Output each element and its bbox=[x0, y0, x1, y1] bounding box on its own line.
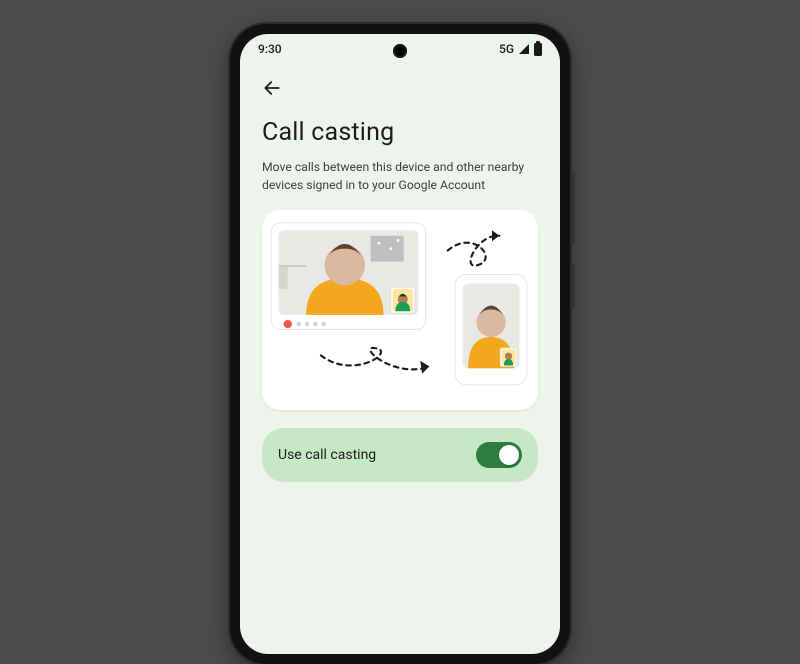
front-camera-hole bbox=[393, 44, 407, 58]
network-type: 5G bbox=[499, 42, 514, 56]
status-time: 9:30 bbox=[258, 42, 282, 56]
use-call-casting-toggle[interactable] bbox=[476, 442, 522, 468]
page-subtitle: Move calls between this device and other… bbox=[262, 159, 538, 194]
arrow-left-icon bbox=[262, 78, 282, 98]
side-button-power bbox=[572, 264, 576, 308]
side-button-volume bbox=[572, 174, 576, 244]
signal-icon bbox=[519, 44, 529, 54]
screen: 9:30 5G Call casting Move calls between … bbox=[240, 34, 560, 654]
back-button[interactable] bbox=[256, 72, 288, 104]
battery-icon bbox=[534, 43, 542, 56]
toggle-thumb bbox=[499, 445, 519, 465]
phone-frame: 9:30 5G Call casting Move calls between … bbox=[230, 24, 570, 664]
use-call-casting-row[interactable]: Use call casting bbox=[262, 428, 538, 482]
feature-illustration bbox=[262, 210, 538, 410]
use-call-casting-label: Use call casting bbox=[278, 447, 376, 463]
page-title: Call casting bbox=[262, 118, 538, 147]
